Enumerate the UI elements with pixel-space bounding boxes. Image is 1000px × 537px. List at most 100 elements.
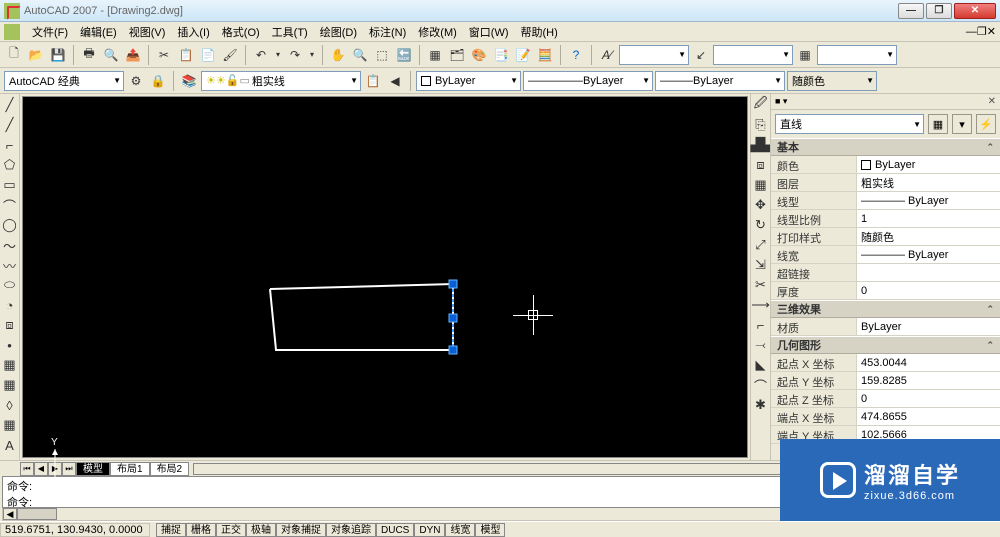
prop-lineweight-value[interactable]: ———— ByLayer [856,246,1000,263]
props-panel-header[interactable]: ■ ▾✕ [771,94,1000,110]
lineweight-dd[interactable]: ——— ByLayer▼ [655,71,785,91]
menu-help[interactable]: 帮助(H) [515,22,564,42]
prop-linetype-value[interactable]: ———— ByLayer [856,192,1000,209]
minimize-button[interactable]: — [898,3,924,19]
prop-plotstyle-value[interactable]: 随颜色 [856,228,1000,245]
menu-file[interactable]: 文件(F) [26,22,74,42]
zoom-rt-icon[interactable]: 🔍 [350,45,370,65]
props-close-icon[interactable]: ✕ [988,96,996,107]
redo-icon[interactable]: ↷ [285,45,305,65]
rect-tool-icon[interactable]: ▭ [1,176,19,194]
prop-thickness-value[interactable]: 0 [856,282,1000,299]
prop-color-value[interactable]: ByLayer [856,156,1000,173]
prop-layer-value[interactable]: 粗实线 [856,174,1000,191]
array-tool-icon[interactable]: ▦ [752,176,770,194]
tab-layout2[interactable]: 布局2 [150,462,190,476]
tablestyle-icon[interactable]: ▦ [795,45,815,65]
mirror-tool-icon[interactable]: ▟▙ [752,136,770,154]
props-icon[interactable]: ▦ [425,45,445,65]
ws-lock-icon[interactable]: 🔒 [148,71,168,91]
menu-modify[interactable]: 修改(M) [412,22,463,42]
explode-tool-icon[interactable]: ✱ [752,396,770,414]
layer-dd[interactable]: ☀☀🔓▭ 粗实线▼ [201,71,361,91]
menu-draw[interactable]: 绘图(D) [314,22,363,42]
publish-icon[interactable]: 📤 [123,45,143,65]
doc-restore-button[interactable]: ❐ [977,25,987,38]
menu-insert[interactable]: 插入(I) [171,22,215,42]
prop-ltscale-value[interactable]: 1 [856,210,1000,227]
trim-tool-icon[interactable]: ✂ [752,276,770,294]
textstyle-icon[interactable]: A⁄ [597,45,617,65]
redo-dd[interactable]: ▾ [307,45,317,65]
rotate-tool-icon[interactable]: ↻ [752,216,770,234]
selectobj-icon[interactable]: ▾ [952,114,972,134]
tablestyle-dd[interactable]: ▼ [817,45,897,65]
maximize-button[interactable]: ❐ [926,3,952,19]
color-dd[interactable]: ByLayer▼ [416,71,521,91]
workspace-dd[interactable]: AutoCAD 经典▼ [4,71,124,91]
layer-props-icon[interactable]: 📚 [179,71,199,91]
textstyle-dd[interactable]: ▼ [619,45,689,65]
region-tool-icon[interactable]: ◊ [1,396,19,414]
tp-icon[interactable]: 🎨 [469,45,489,65]
text-tool-icon[interactable]: A [1,436,19,454]
undo-dd[interactable]: ▾ [273,45,283,65]
prop-starty-value[interactable]: 159.8285 [856,372,1000,389]
dc-icon[interactable]: 🗂 [447,45,467,65]
grid-toggle[interactable]: 栅格 [186,523,216,537]
menu-edit[interactable]: 编辑(E) [74,22,123,42]
tab-last-icon[interactable]: ⏭ [62,462,76,476]
pickadd-icon[interactable]: ⚡ [976,114,996,134]
prop-hyperlink-value[interactable] [856,264,1000,281]
tab-layout1[interactable]: 布局1 [110,462,150,476]
ducs-toggle[interactable]: DUCS [376,523,414,537]
tab-model[interactable]: 模型 [76,462,110,476]
dimstyle-dd[interactable]: ▼ [713,45,793,65]
polygon-tool-icon[interactable]: ⬠ [1,156,19,174]
tab-prev-icon[interactable]: ◀ [34,462,48,476]
arc-tool-icon[interactable]: ⌒ [1,196,19,214]
ellipse-tool-icon[interactable]: ⬭ [1,276,19,294]
menu-dim[interactable]: 标注(N) [363,22,412,42]
layer-prev-icon[interactable]: ◀ [385,71,405,91]
cut-icon[interactable]: ✂ [154,45,174,65]
osnap-toggle[interactable]: 对象捕捉 [276,523,326,537]
close-button[interactable]: ✕ [954,3,996,19]
linetype-dd[interactable]: ————— ByLayer▼ [523,71,653,91]
ws-settings-icon[interactable]: ⚙ [126,71,146,91]
menu-format[interactable]: 格式(O) [216,22,266,42]
print-icon[interactable]: 🖶 [79,45,99,65]
menu-tools[interactable]: 工具(T) [266,22,314,42]
cat-basic[interactable]: 基本⌃ [771,138,1000,156]
cat-3d[interactable]: 三维效果⌃ [771,300,1000,318]
otrack-toggle[interactable]: 对象追踪 [326,523,376,537]
tab-next-icon[interactable]: ▶ [48,462,62,476]
lwt-toggle[interactable]: 线宽 [445,523,475,537]
join-tool-icon[interactable]: ⤙ [752,336,770,354]
prop-endx-value[interactable]: 474.8655 [856,408,1000,425]
ellipsearc-tool-icon[interactable]: ◔ [1,296,19,314]
pan-icon[interactable]: ✋ [328,45,348,65]
prop-startz-value[interactable]: 0 [856,390,1000,407]
fillet-tool-icon[interactable]: ⌒ [752,376,770,394]
revcloud-tool-icon[interactable]: 〜 [1,236,19,254]
cat-geom[interactable]: 几何图形⌃ [771,336,1000,354]
ssm-icon[interactable]: 📑 [491,45,511,65]
polar-toggle[interactable]: 极轴 [246,523,276,537]
copy-tool-icon[interactable]: ⎘ [752,116,770,134]
doc-minimize-button[interactable]: — [966,26,977,38]
pline-tool-icon[interactable]: ⌐ [1,136,19,154]
zoom-prev-icon[interactable]: 🔙 [394,45,414,65]
calc-icon[interactable]: 🧮 [535,45,555,65]
gradient-tool-icon[interactable]: ▦ [1,376,19,394]
prop-material-value[interactable]: ByLayer [856,318,1000,335]
stretch-tool-icon[interactable]: ⇲ [752,256,770,274]
menu-view[interactable]: 视图(V) [123,22,172,42]
move-tool-icon[interactable]: ✥ [752,196,770,214]
model-toggle[interactable]: 模型 [475,523,505,537]
app-menu-icon[interactable] [4,24,20,40]
coord-display[interactable]: 519.6751, 130.9430, 0.0000 [0,523,150,537]
xline-tool-icon[interactable]: ╱ [1,116,19,134]
prop-startx-value[interactable]: 453.0044 [856,354,1000,371]
help-icon[interactable]: ? [566,45,586,65]
